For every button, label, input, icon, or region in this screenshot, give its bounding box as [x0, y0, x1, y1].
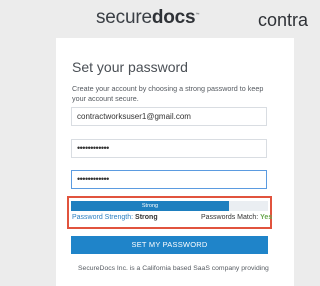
footer-text: SecureDocs Inc. is a California based Sa… — [78, 265, 269, 272]
page-description: Create your account by choosing a strong… — [72, 84, 264, 103]
logo-trademark: ™ — [195, 11, 200, 17]
set-password-button[interactable]: SET MY PASSWORD — [71, 236, 268, 254]
passwords-match-label: Passwords Match: — [201, 214, 259, 221]
logo-text-bold: docs — [151, 7, 196, 28]
page-title: Set your password — [72, 59, 188, 75]
password-field[interactable]: •••••••••••• — [71, 139, 267, 158]
password-strength-meter: Strong — [71, 201, 268, 211]
password-strength-label: Password Strength: — [72, 214, 134, 221]
passwords-match-value: Yes — [260, 214, 273, 221]
password-strength-value: Strong — [135, 214, 158, 221]
securedocs-logo: securedocs™ — [96, 7, 199, 29]
password-strength-text: Password Strength: Strong — [72, 214, 158, 221]
cobrand-logo: contra — [258, 10, 309, 30]
confirm-password-field[interactable]: •••••••••••• — [71, 170, 267, 189]
email-field[interactable]: contractworksuser1@gmail.com — [71, 107, 267, 126]
passwords-match-text: Passwords Match: Yes — [201, 214, 272, 221]
logo-text-light: secure — [96, 7, 152, 28]
password-strength-meter-label: Strong — [141, 203, 159, 209]
